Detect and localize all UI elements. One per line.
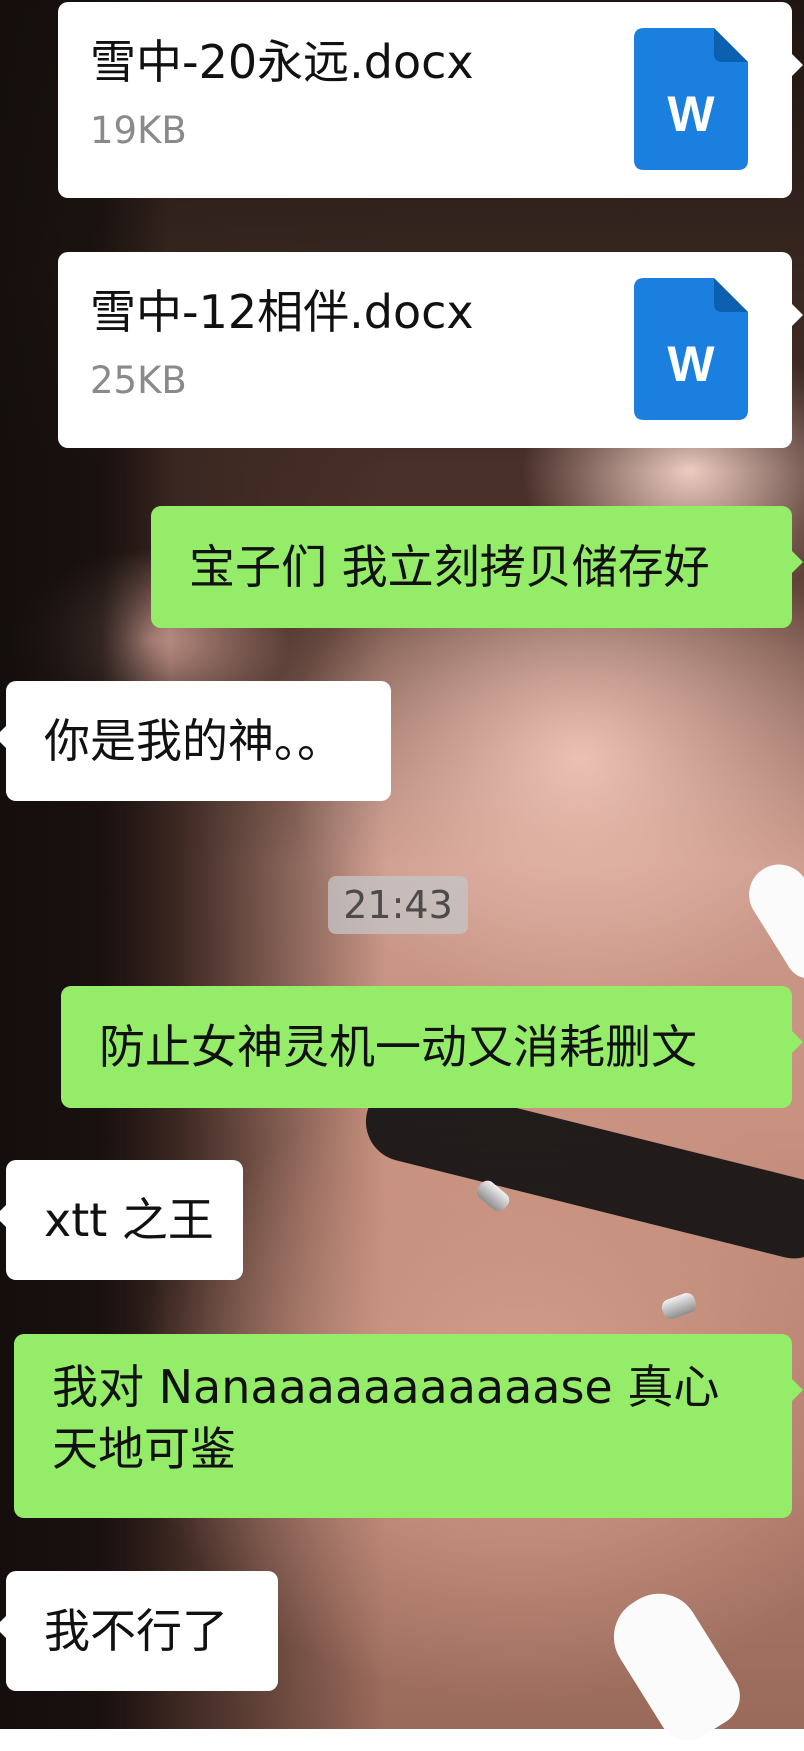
bubble-tail bbox=[0, 1205, 6, 1227]
file-size: 19KB bbox=[90, 109, 187, 152]
word-doc-letter: W bbox=[667, 336, 715, 392]
message-text: 宝子们 我立刻拷贝储存好 bbox=[189, 540, 710, 594]
bubble-tail bbox=[0, 726, 6, 748]
sent-message-bubble[interactable]: 防止女神灵机一动又消耗删文 bbox=[61, 986, 803, 1108]
bubble-tail bbox=[792, 54, 803, 76]
file-message-card[interactable]: 雪中-12相伴.docx 25KB W bbox=[58, 252, 803, 448]
bubble-tail bbox=[792, 1031, 803, 1053]
file-message-card[interactable]: 雪中-20永远.docx 19KB W bbox=[58, 2, 803, 198]
sent-message-bubble[interactable]: 宝子们 我立刻拷贝储存好 bbox=[151, 506, 803, 628]
file-name: 雪中-12相伴.docx bbox=[90, 285, 474, 339]
message-timestamp: 21:43 bbox=[328, 876, 468, 934]
word-doc-letter: W bbox=[667, 86, 715, 142]
chat-message-list[interactable]: 雪中-20永远.docx 19KB W 雪中-12相伴.docx 25KB W … bbox=[0, 0, 804, 1729]
file-name: 雪中-20永远.docx bbox=[90, 35, 474, 89]
file-size: 25KB bbox=[90, 359, 187, 402]
received-message-bubble[interactable]: 你是我的神。。 bbox=[0, 681, 391, 801]
message-text: 防止女神灵机一动又消耗删文 bbox=[99, 1020, 697, 1074]
sent-message-bubble[interactable]: 我对 Nanaaaaaaaaaaase 真心天地可鉴 bbox=[14, 1334, 803, 1518]
message-text: 你是我的神。。 bbox=[44, 714, 343, 768]
word-doc-icon: W bbox=[634, 28, 748, 170]
message-text: xtt 之王 bbox=[44, 1193, 214, 1247]
message-text: 我不行了 bbox=[44, 1604, 228, 1658]
message-text: 我对 Nanaaaaaaaaaaase 真心天地可鉴 bbox=[52, 1360, 720, 1476]
received-message-bubble[interactable]: 我不行了 bbox=[0, 1571, 278, 1691]
received-message-bubble[interactable]: xtt 之王 bbox=[0, 1160, 243, 1280]
word-doc-icon: W bbox=[634, 278, 748, 420]
bubble-tail bbox=[792, 304, 803, 326]
bubble-tail bbox=[792, 1379, 803, 1401]
bubble-tail bbox=[0, 1616, 6, 1638]
bubble-tail bbox=[792, 551, 803, 573]
